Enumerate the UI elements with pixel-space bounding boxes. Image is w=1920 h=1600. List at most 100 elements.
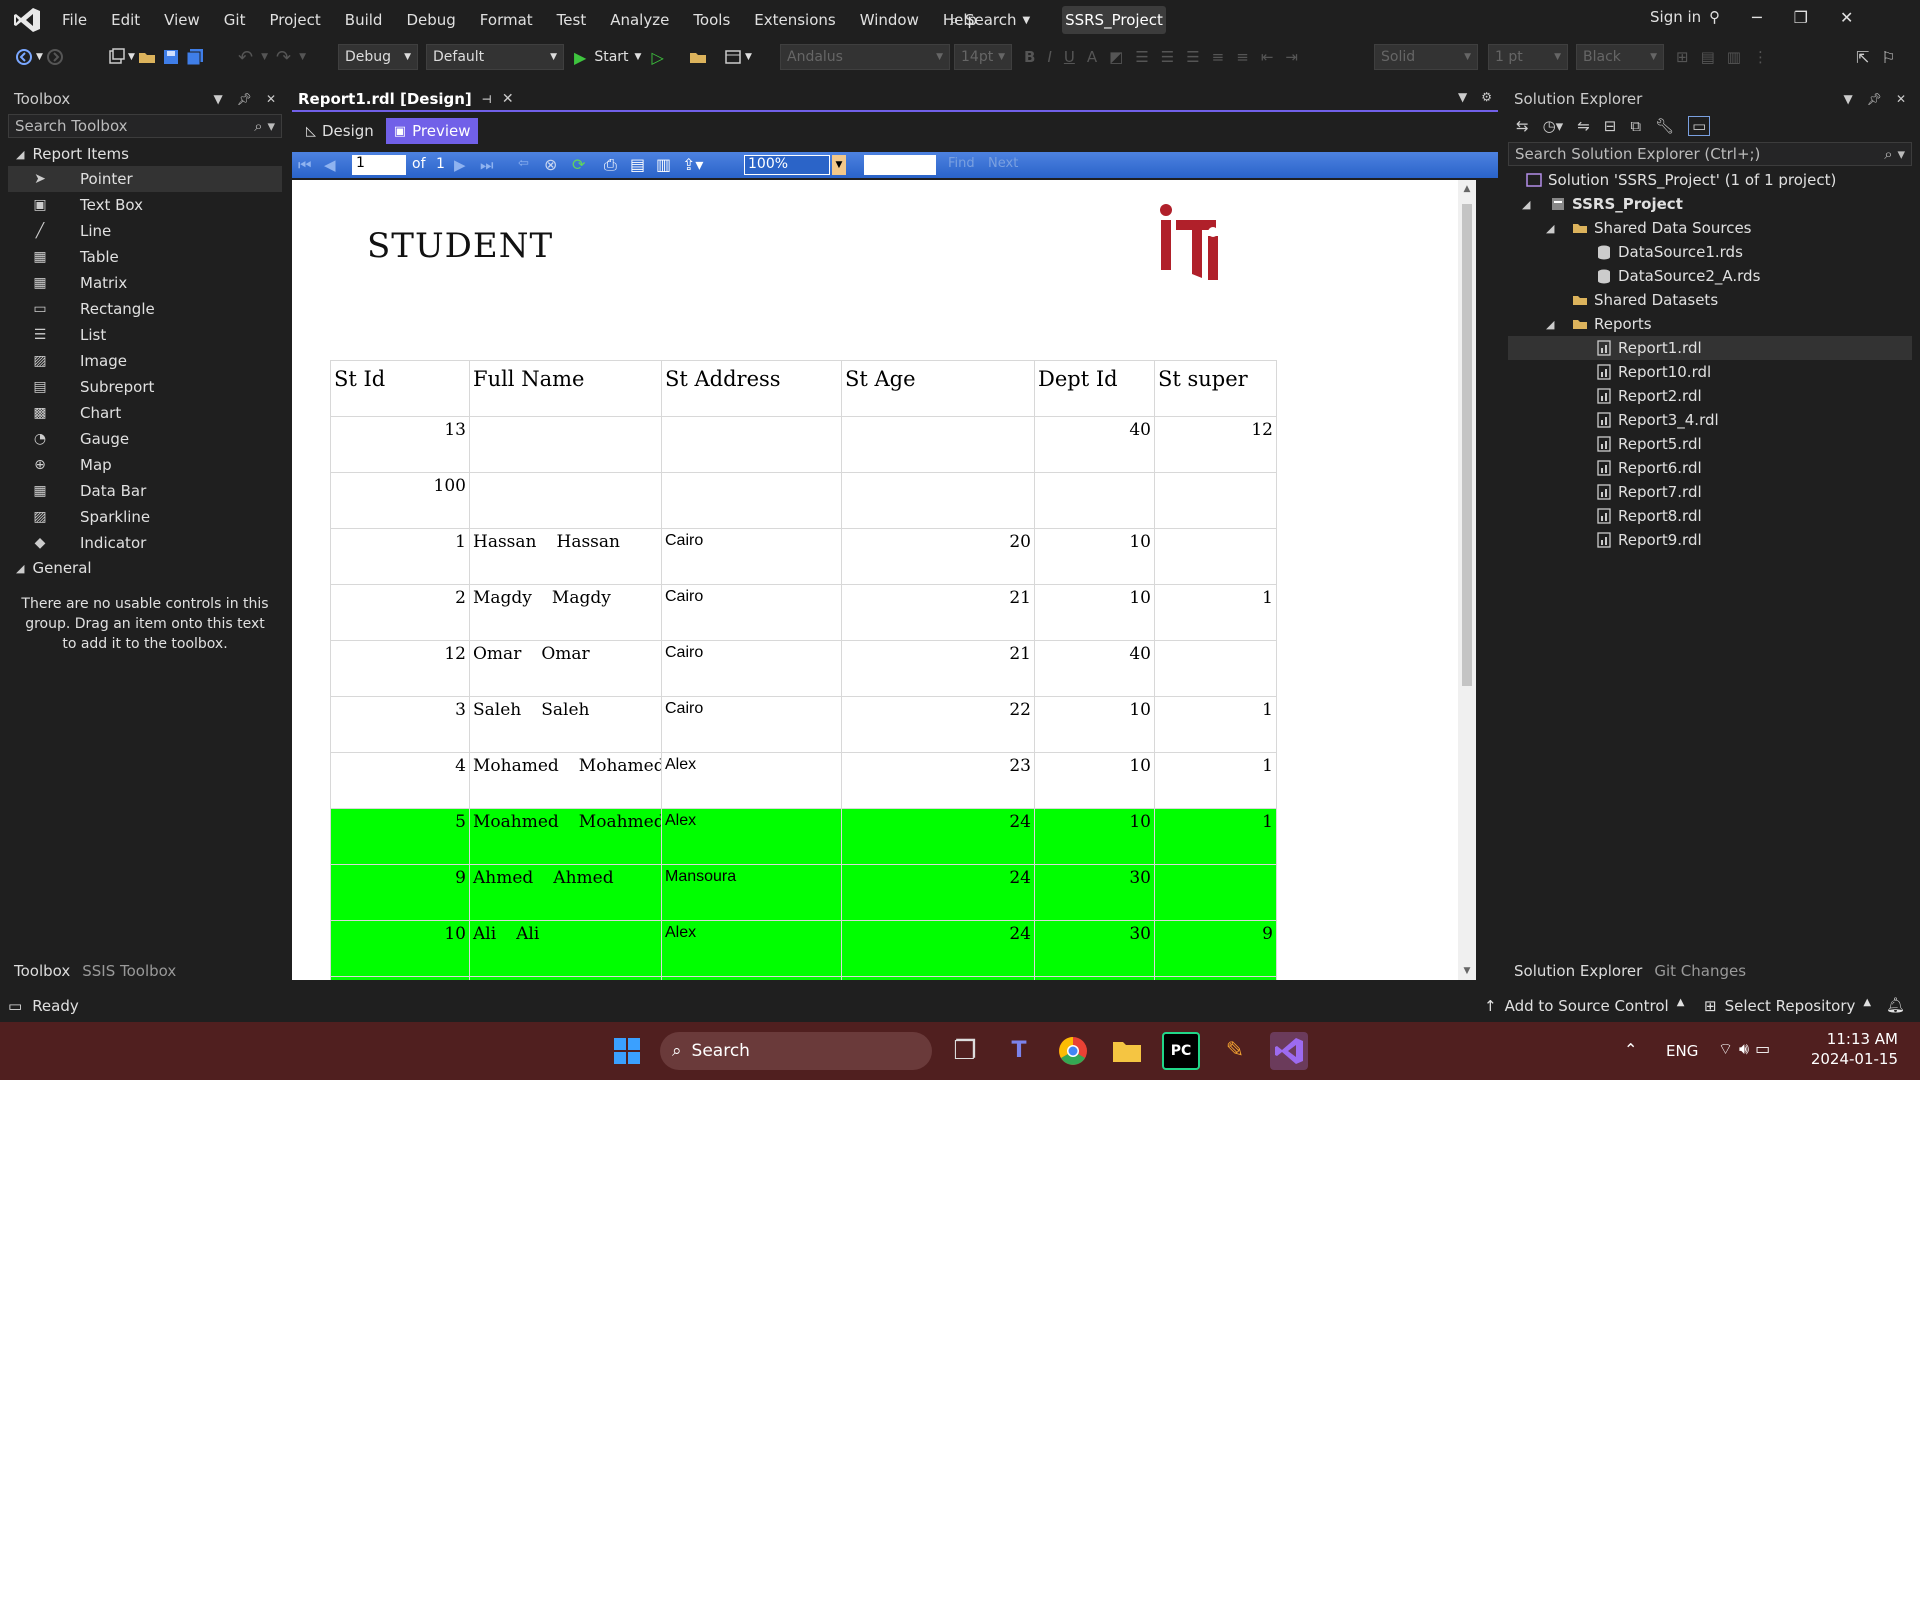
menu-item-file[interactable]: File <box>50 11 99 29</box>
show-all-files-icon[interactable]: ⧉ <box>1630 117 1641 135</box>
decrease-indent-icon[interactable]: ⇤ <box>1261 48 1274 66</box>
general-group[interactable]: ◢ General <box>8 556 282 580</box>
tab-git-changes[interactable]: Git Changes <box>1648 962 1752 980</box>
report-item[interactable]: Report9.rdl <box>1508 528 1912 552</box>
tab-solution-explorer[interactable]: Solution Explorer <box>1508 962 1649 980</box>
chrome-icon[interactable] <box>1054 1032 1092 1070</box>
toolbox-item-image[interactable]: ▨ Image <box>8 348 282 374</box>
close-tab-icon[interactable]: ✕ <box>502 91 514 107</box>
teams-icon[interactable]: T <box>1000 1032 1038 1070</box>
next-page-icon[interactable]: ▶ <box>454 156 466 174</box>
font-color-icon[interactable]: A <box>1087 48 1097 66</box>
notifications-icon[interactable]: 🔔︎ <box>1886 996 1905 1014</box>
collapse-all-icon[interactable]: ⊟ <box>1604 117 1617 135</box>
pin-icon[interactable]: 📌︎ <box>237 92 252 106</box>
align-right-icon[interactable]: ☰ <box>1186 48 1199 66</box>
share-icon[interactable]: ⇱ <box>1856 48 1869 67</box>
folder-properties-icon[interactable] <box>689 48 707 66</box>
gear-icon[interactable]: ⚙ <box>1481 90 1492 104</box>
project-name-badge[interactable]: SSRS_Project <box>1062 6 1166 34</box>
properties-icon[interactable]: 🔧︎ <box>1655 117 1674 135</box>
increase-indent-icon[interactable]: ⇥ <box>1285 48 1298 66</box>
add-to-source-control[interactable]: ↑ Add to Source Control ▲ <box>1484 997 1684 1015</box>
report-item[interactable]: Report10.rdl <box>1508 360 1912 384</box>
report-item[interactable]: Report2.rdl <box>1508 384 1912 408</box>
restore-icon[interactable]: ❐ <box>1794 8 1808 27</box>
file-explorer-icon[interactable] <box>1108 1032 1146 1070</box>
menu-item-window[interactable]: Window <box>848 11 931 29</box>
zoom-dropdown-icon[interactable]: ▼ <box>832 155 846 175</box>
borders-icon[interactable]: ⊞ <box>1676 48 1689 66</box>
close-icon[interactable]: ✕ <box>1896 92 1906 106</box>
preview-selected-icon[interactable]: ▭ <box>1688 116 1711 136</box>
save-icon[interactable] <box>162 48 180 66</box>
windows-start-icon[interactable] <box>608 1032 646 1070</box>
layout-icon[interactable] <box>724 48 742 66</box>
minimize-icon[interactable]: ─ <box>1752 8 1762 27</box>
spacing-icon[interactable]: ⋮ <box>1753 48 1768 66</box>
underline-icon[interactable]: U <box>1064 48 1075 66</box>
close-icon[interactable]: ✕ <box>1840 8 1853 27</box>
clock-time[interactable]: 11:13 AM <box>1818 1030 1898 1048</box>
background-color-icon[interactable]: ◩ <box>1109 48 1123 66</box>
tab-preview[interactable]: ▣ Preview <box>385 118 479 144</box>
menu-item-build[interactable]: Build <box>333 11 395 29</box>
redo-icon[interactable]: ↷ <box>276 47 291 68</box>
stop-icon[interactable]: ⊗ <box>544 155 557 174</box>
page-number-input[interactable]: 1 <box>352 155 406 175</box>
sync-icon[interactable]: ⇋ <box>1577 117 1590 135</box>
scroll-up-icon[interactable]: ▲ <box>1458 184 1476 194</box>
switch-views-icon[interactable]: ⇆ <box>1516 117 1529 135</box>
align-center-icon[interactable]: ☰ <box>1161 48 1174 66</box>
visual-studio-taskbar-icon[interactable] <box>1270 1032 1308 1070</box>
menu-item-project[interactable]: Project <box>257 11 332 29</box>
toolbox-item-chart[interactable]: ▩ Chart <box>8 400 282 426</box>
start-button[interactable]: ▶ Start ▼ ▷ <box>574 45 664 69</box>
toolbox-item-matrix[interactable]: ▦ Matrix <box>8 270 282 296</box>
refresh-icon[interactable]: ⟳ <box>572 155 585 174</box>
solution-search-input[interactable]: Search Solution Explorer (Ctrl+;) ⌕ ▾ <box>1508 142 1912 166</box>
shared-datasets-folder[interactable]: Shared Datasets <box>1508 288 1912 312</box>
forward-icon[interactable] <box>46 48 64 66</box>
toolbox-item-sparkline[interactable]: ▨ Sparkline <box>8 504 282 530</box>
scroll-down-icon[interactable]: ▼ <box>1458 966 1476 976</box>
menu-item-format[interactable]: Format <box>468 11 545 29</box>
solution-node[interactable]: Solution 'SSRS_Project' (1 of 1 project) <box>1508 168 1912 192</box>
expand-triangle-icon[interactable]: ◢ <box>1522 198 1550 211</box>
report-items-group[interactable]: ◢ Report Items <box>8 142 282 166</box>
menu-item-git[interactable]: Git <box>212 11 258 29</box>
visual-studio-logo-icon[interactable] <box>12 6 42 34</box>
document-tab[interactable]: Report1.rdl [Design] ⊣ ✕ <box>292 88 1498 110</box>
feedback-icon[interactable]: ⚐ <box>1881 48 1895 67</box>
menu-item-extensions[interactable]: Extensions <box>742 11 847 29</box>
toolbox-item-subreport[interactable]: ▤ Subreport <box>8 374 282 400</box>
tab-design[interactable]: ◺ Design <box>300 118 380 144</box>
find-text-input[interactable] <box>864 155 936 175</box>
numbering-icon[interactable]: ≡ <box>1236 48 1249 66</box>
expand-triangle-icon[interactable]: ◢ <box>1546 318 1572 331</box>
open-folder-icon[interactable] <box>138 48 156 66</box>
report-vertical-scrollbar[interactable]: ▲ ▼ <box>1458 180 1476 980</box>
report-item[interactable]: Report3_4.rdl <box>1508 408 1912 432</box>
page-setup-icon[interactable]: ▥ <box>656 155 671 174</box>
global-search[interactable]: ⌕ Search ▼ <box>950 8 1030 32</box>
new-project-icon[interactable] <box>107 48 125 66</box>
border-color-select[interactable]: Black ▼ <box>1576 44 1664 70</box>
platform-select[interactable]: Default ▼ <box>426 44 564 70</box>
report-item[interactable]: Report6.rdl <box>1508 456 1912 480</box>
first-page-icon[interactable]: ⏮ <box>298 156 312 174</box>
configuration-select[interactable]: Debug ▼ <box>338 44 418 70</box>
align-left-icon[interactable]: ☰ <box>1135 48 1148 66</box>
paint-icon[interactable]: ✎ <box>1216 1032 1254 1070</box>
menu-item-edit[interactable]: Edit <box>99 11 152 29</box>
toolbox-item-rectangle[interactable]: ▭ Rectangle <box>8 296 282 322</box>
menu-item-analyze[interactable]: Analyze <box>598 11 681 29</box>
scrollbar-thumb[interactable] <box>1462 204 1472 686</box>
find-next-button[interactable]: Next <box>988 156 1018 171</box>
previous-page-icon[interactable]: ◀ <box>324 156 336 174</box>
toolbox-item-list[interactable]: ☰ List <box>8 322 282 348</box>
toolbox-item-table[interactable]: ▦ Table <box>8 244 282 270</box>
report-item[interactable]: Report7.rdl <box>1508 480 1912 504</box>
expand-triangle-icon[interactable]: ◢ <box>1546 222 1572 235</box>
task-view-icon[interactable]: ❐ <box>946 1032 984 1070</box>
